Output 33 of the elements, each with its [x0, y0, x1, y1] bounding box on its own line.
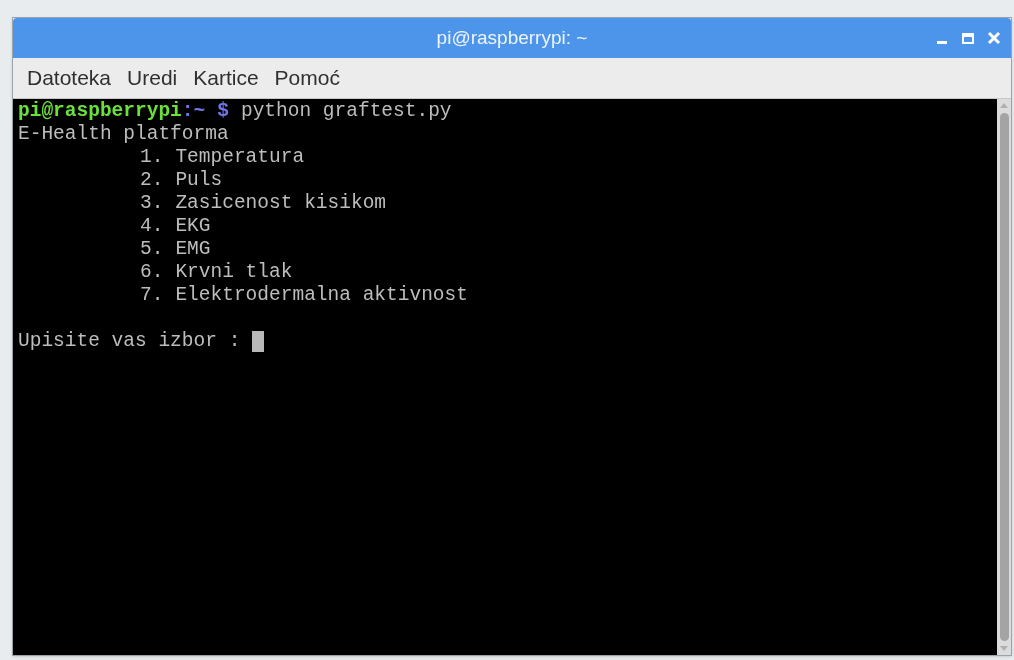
option-label: Puls [175, 169, 223, 192]
option-label: EKG [175, 215, 211, 238]
option-number: 3. [140, 192, 164, 215]
scroll-up-icon[interactable] [999, 101, 1009, 109]
text-cursor [252, 331, 265, 352]
input-prompt: Upisite vas izbor : [18, 330, 241, 353]
command-text: python graftest.py [240, 100, 452, 123]
output-heading: E-Health platforma [18, 123, 229, 145]
option-label: Zasicenost kisikom [175, 192, 387, 215]
prompt-path: :~ [181, 100, 206, 123]
scrollbar-thumb[interactable] [999, 113, 1009, 641]
option-label: Krvni tlak [175, 261, 293, 284]
option-number: 4. [140, 215, 164, 238]
menu-item[interactable]: Kartice [187, 62, 265, 94]
option-number: 1. [140, 146, 164, 169]
maximize-icon[interactable] [961, 31, 975, 45]
menu-item[interactable]: Uredi [121, 62, 184, 94]
prompt-symbol: $ [217, 100, 229, 123]
option-label: Temperatura [175, 146, 305, 169]
option-number: 7. [140, 284, 164, 307]
prompt-user-host: pi@raspberrypi [18, 100, 182, 123]
option-label: Elektrodermalna aktivnost [175, 284, 468, 307]
window-title: pi@raspberrypi: ~ [436, 25, 588, 50]
close-icon[interactable] [987, 31, 1001, 45]
scrollbar[interactable] [997, 99, 1011, 655]
terminal-area[interactable]: pi@raspberrypi:~ $ python graftest.py E-Health platforma 1. Temperatura 2. Puls 3. Zasicenost kisikom 4. EKG 5. EMG 6. Krvni tlak 7. Elektrodermalna aktivnost Upisite vas izbor : [13, 99, 997, 655]
menu-item[interactable]: Pomoć [268, 62, 346, 94]
option-number: 5. [140, 238, 164, 261]
menu-item[interactable]: Datoteka [21, 62, 118, 94]
option-number: 2. [140, 169, 164, 192]
option-label: EMG [175, 238, 211, 261]
scroll-down-icon[interactable] [999, 645, 1009, 653]
option-number: 6. [140, 261, 164, 284]
